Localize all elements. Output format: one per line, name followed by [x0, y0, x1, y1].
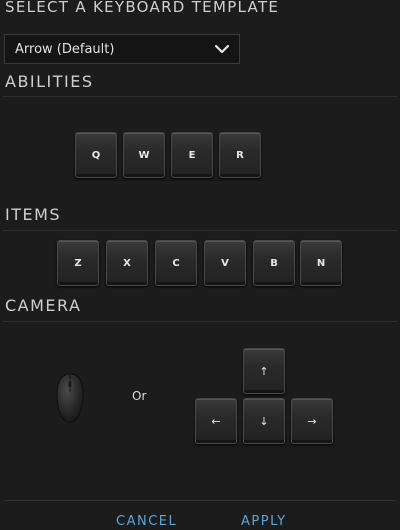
apply-button[interactable]: APPLY	[241, 514, 287, 529]
ability-key-q[interactable]: Q	[75, 132, 117, 178]
items-heading: ITEMS	[5, 205, 62, 224]
page-title: SELECT A KEYBOARD TEMPLATE	[5, 0, 280, 16]
footer-divider	[4, 500, 396, 501]
ability-key-e[interactable]: E	[171, 132, 213, 178]
item-key-c[interactable]: C	[155, 240, 197, 286]
item-key-x[interactable]: X	[106, 240, 148, 286]
cancel-button[interactable]: CANCEL	[116, 514, 177, 529]
arrow-key-right[interactable]: →	[291, 398, 333, 444]
arrow-key-down[interactable]: ↓	[243, 398, 285, 444]
chevron-down-icon	[215, 44, 229, 54]
arrow-key-up[interactable]: ↑	[243, 348, 285, 394]
item-key-z[interactable]: Z	[57, 240, 99, 286]
abilities-divider	[3, 96, 397, 97]
items-divider	[3, 230, 397, 231]
item-key-b[interactable]: B	[253, 240, 295, 286]
mouse-icon	[56, 373, 84, 423]
or-label: Or	[132, 389, 147, 403]
ability-key-r[interactable]: R	[219, 132, 261, 178]
item-key-n[interactable]: N	[300, 240, 342, 286]
ability-key-w[interactable]: W	[123, 132, 165, 178]
dropdown-value: Arrow (Default)	[15, 41, 115, 57]
abilities-heading: ABILITIES	[5, 72, 94, 91]
camera-divider	[3, 321, 397, 322]
item-key-v[interactable]: V	[204, 240, 246, 286]
arrow-key-left[interactable]: ←	[195, 398, 237, 444]
keyboard-template-dropdown[interactable]: Arrow (Default)	[4, 34, 240, 64]
camera-heading: CAMERA	[5, 296, 82, 315]
